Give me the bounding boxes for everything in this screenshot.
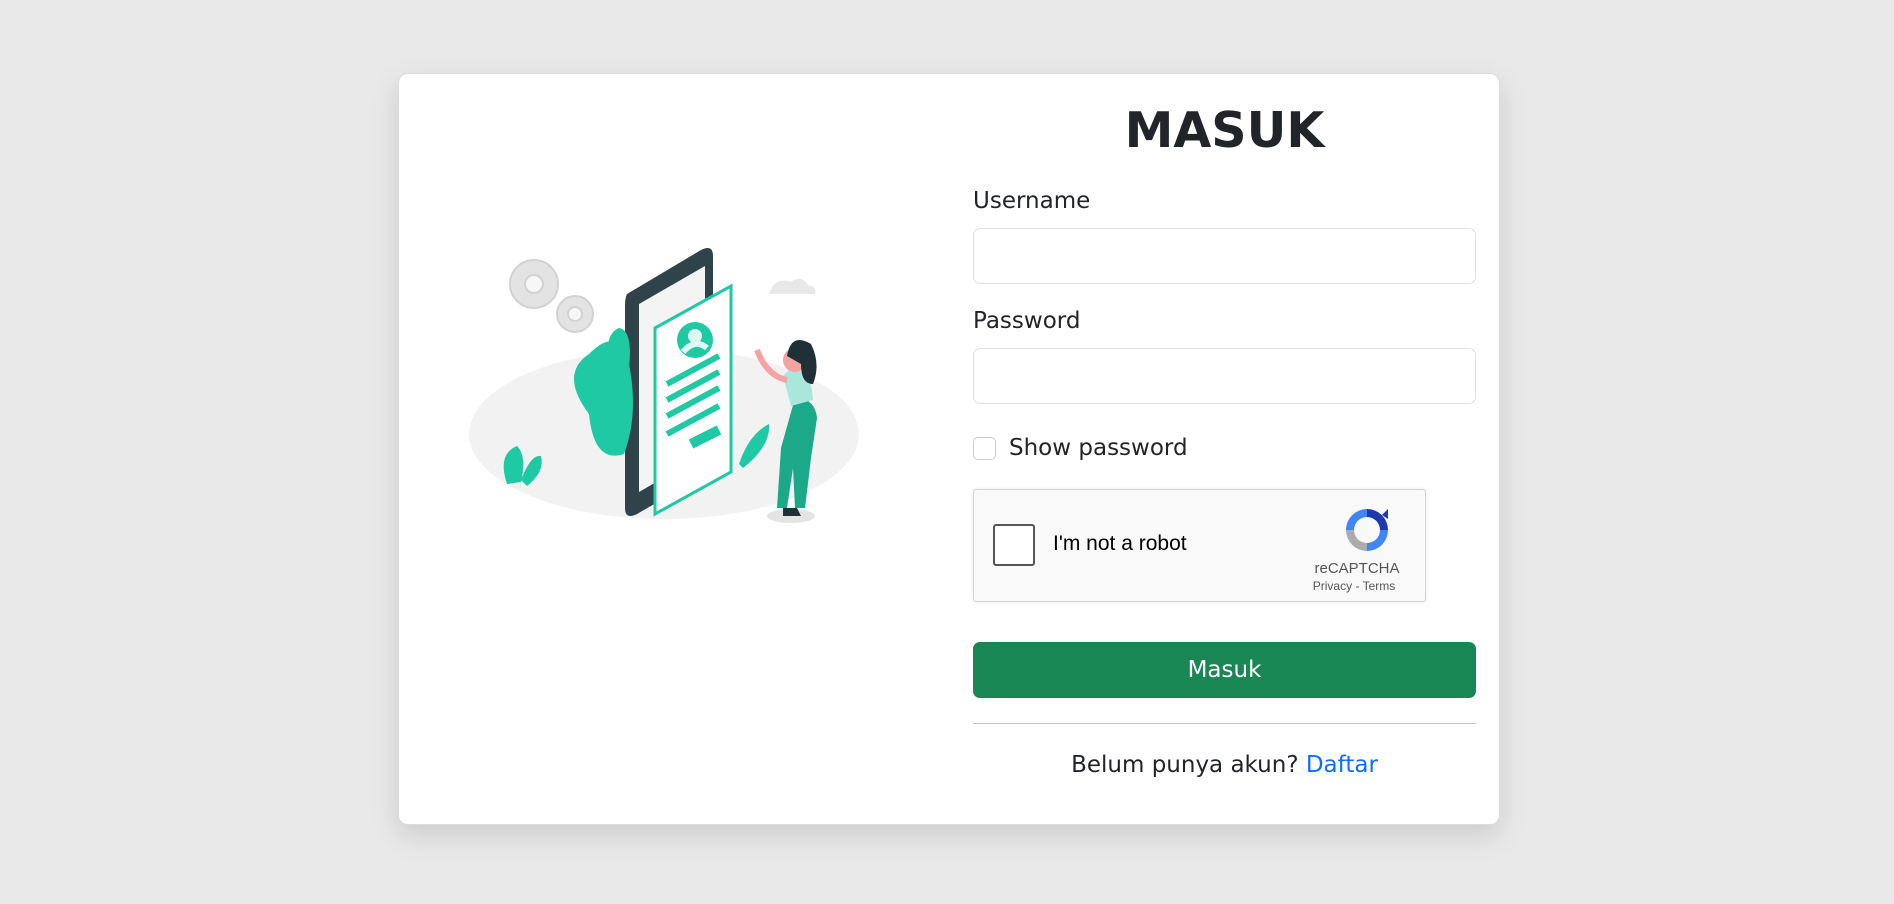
- register-prompt: Belum punya akun? Daftar: [973, 752, 1476, 778]
- submit-button[interactable]: Masuk: [973, 642, 1476, 698]
- page-title: MASUK: [1124, 102, 1325, 159]
- recaptcha-widget: I'm not a robot reCAPTCHA Privacy - Term…: [973, 489, 1426, 602]
- recaptcha-separator: -: [1355, 579, 1360, 593]
- gear-icon: [509, 259, 594, 333]
- register-prompt-text: Belum punya akun?: [1071, 752, 1299, 778]
- show-password-label[interactable]: Show password: [1009, 435, 1188, 461]
- password-input[interactable]: [973, 348, 1476, 404]
- username-input[interactable]: [973, 228, 1476, 284]
- divider: [973, 723, 1476, 724]
- recaptcha-privacy-link[interactable]: Privacy: [1313, 579, 1352, 593]
- recaptcha-checkbox[interactable]: [993, 524, 1035, 566]
- register-link[interactable]: Daftar: [1306, 752, 1378, 778]
- password-label: Password: [973, 308, 1081, 334]
- recaptcha-links: Privacy - Terms: [1299, 579, 1409, 593]
- login-form: MASUK Username Password Show password I'…: [973, 100, 1476, 778]
- login-card: MASUK Username Password Show password I'…: [398, 73, 1500, 825]
- show-password-row: Show password: [973, 434, 1476, 462]
- recaptcha-icon: [1346, 509, 1388, 551]
- username-label: Username: [973, 188, 1091, 214]
- show-password-checkbox[interactable]: [973, 436, 996, 460]
- recaptcha-brand: reCAPTCHA: [1314, 560, 1400, 577]
- phone-login-illustration: [469, 248, 859, 523]
- recaptcha-label: I'm not a robot: [1053, 532, 1187, 555]
- recaptcha-terms-link[interactable]: Terms: [1363, 579, 1396, 593]
